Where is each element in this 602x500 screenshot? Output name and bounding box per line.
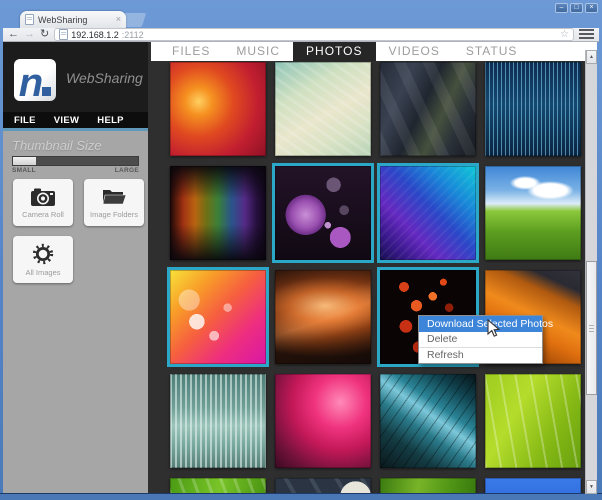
browser-tab[interactable]: WebSharing ×: [20, 11, 126, 28]
slider-thumb[interactable]: [13, 157, 36, 165]
context-item-refresh[interactable]: Refresh: [419, 347, 542, 363]
menu-view[interactable]: VIEW: [54, 115, 79, 126]
main-area: FILES MUSIC PHOTOS VIDEOS STATUS ▲ ▼ Dow…: [148, 42, 597, 494]
browser-window: WebSharing × – □ × ← → ↻ 192.168.1.2 :21…: [0, 0, 602, 500]
favicon-page-icon: [25, 14, 34, 25]
sidebar-header: n WebSharing: [3, 42, 148, 112]
photo-thumbnail-magenta-swirl[interactable]: [275, 374, 371, 468]
scrollbar[interactable]: ▲ ▼: [585, 50, 597, 494]
browser-tab-title: WebSharing: [38, 15, 112, 25]
image-folders-label: Image Folders: [90, 210, 138, 219]
all-images-label: All Images: [25, 268, 60, 277]
photo-thumbnail-green-blur[interactable]: [380, 478, 476, 494]
thumbnail-size-slider[interactable]: [12, 156, 139, 166]
tab-status[interactable]: STATUS: [453, 42, 531, 61]
websharing-logo: n: [14, 59, 56, 101]
photo-thumbnail-pink-bokeh[interactable]: [170, 270, 266, 364]
photo-thumbnail-canyon-wave[interactable]: [275, 270, 371, 364]
page-content: n WebSharing FILE VIEW HELP Thumbnail Si…: [3, 42, 597, 494]
context-item-delete[interactable]: Delete: [419, 332, 542, 347]
all-images-button[interactable]: All Images: [13, 236, 73, 283]
tab-videos[interactable]: VIDEOS: [376, 42, 453, 61]
browser-toolbar: ← → ↻ 192.168.1.2 :2112 ☆: [3, 28, 599, 42]
url-port: :2112: [122, 30, 144, 40]
minimize-button[interactable]: –: [555, 3, 568, 13]
photo-thumbnail-teal-waveform[interactable]: [170, 374, 266, 468]
reload-icon[interactable]: ↻: [40, 29, 49, 40]
new-tab-button[interactable]: [120, 13, 147, 27]
app-name: WebSharing: [66, 70, 143, 86]
context-item-download-selected-photos[interactable]: Download Selected Photos: [419, 316, 542, 332]
photo-thumbnail-grass-field[interactable]: [170, 478, 266, 494]
photo-thumbnail-water-surface[interactable]: [275, 62, 371, 156]
maximize-button[interactable]: □: [570, 3, 583, 13]
window-controls: – □ ×: [555, 3, 598, 13]
scroll-down-icon[interactable]: ▼: [586, 480, 597, 494]
logo-letter: n: [19, 65, 41, 101]
photo-thumbnail-blue-equalizer-lines[interactable]: [485, 62, 581, 156]
tab-photos[interactable]: PHOTOS: [293, 42, 375, 61]
photo-thumbnail-purple-orbs[interactable]: [275, 166, 371, 260]
section-tabstrip: FILES MUSIC PHOTOS VIDEOS STATUS: [151, 42, 597, 61]
sidebar-menubar: FILE VIEW HELP: [3, 112, 148, 128]
back-icon[interactable]: ←: [8, 29, 19, 40]
photo-thumbnail-stripes-circles[interactable]: [275, 478, 371, 494]
image-folders-button[interactable]: Image Folders: [84, 179, 144, 226]
context-menu: Download Selected Photos Delete Refresh: [418, 315, 543, 364]
photo-thumbnail-blue-purple-waves[interactable]: [380, 166, 476, 260]
slider-min-label: SMALL: [12, 167, 36, 174]
scrollbar-thumb[interactable]: [586, 261, 597, 395]
thumbnail-size-title: Thumbnail Size: [12, 138, 102, 153]
browser-menu-icon[interactable]: [579, 29, 594, 40]
address-bar[interactable]: 192.168.1.2 :2112 ☆: [54, 28, 574, 41]
gear-icon: [32, 243, 54, 265]
photo-thumbnail-green-hills-sky[interactable]: [485, 166, 581, 260]
photo-thumbnail-grass-macro[interactable]: [485, 374, 581, 468]
camera-roll-label: Camera Roll: [22, 210, 64, 219]
slider-max-label: LARGE: [115, 167, 139, 174]
bookmark-star-icon[interactable]: ☆: [560, 30, 569, 40]
photo-thumbnail-blue-sky-gradient[interactable]: [485, 478, 581, 494]
camera-roll-button[interactable]: Camera Roll: [13, 179, 73, 226]
menu-file[interactable]: FILE: [14, 115, 36, 126]
tab-files[interactable]: FILES: [159, 42, 223, 61]
url-host: 192.168.1.2: [71, 30, 119, 40]
page-icon: [59, 29, 68, 40]
scroll-up-icon[interactable]: ▲: [586, 50, 597, 64]
sidebar: n WebSharing FILE VIEW HELP Thumbnail Si…: [3, 42, 148, 494]
photo-thumbnail-glass-tower[interactable]: [380, 374, 476, 468]
menu-help[interactable]: HELP: [97, 115, 124, 126]
sidebar-panel: Thumbnail Size SMALL LARGE: [3, 131, 148, 494]
camera-icon: [30, 187, 56, 207]
tab-music[interactable]: MUSIC: [223, 42, 293, 61]
titlebar: WebSharing × – □ ×: [0, 0, 602, 28]
close-button[interactable]: ×: [585, 3, 598, 13]
mouse-cursor: [487, 319, 500, 338]
logo-dot: [42, 87, 51, 96]
folder-icon: [101, 187, 127, 207]
photo-thumbnail-dark-diagonal-weave[interactable]: [380, 62, 476, 156]
forward-icon[interactable]: →: [24, 29, 35, 40]
photo-thumbnail-spectrum-glow[interactable]: [170, 166, 266, 260]
slider-labels: SMALL LARGE: [12, 167, 139, 174]
photo-thumbnail-red-flare-abstract[interactable]: [170, 62, 266, 156]
photo-grid: [151, 61, 585, 494]
